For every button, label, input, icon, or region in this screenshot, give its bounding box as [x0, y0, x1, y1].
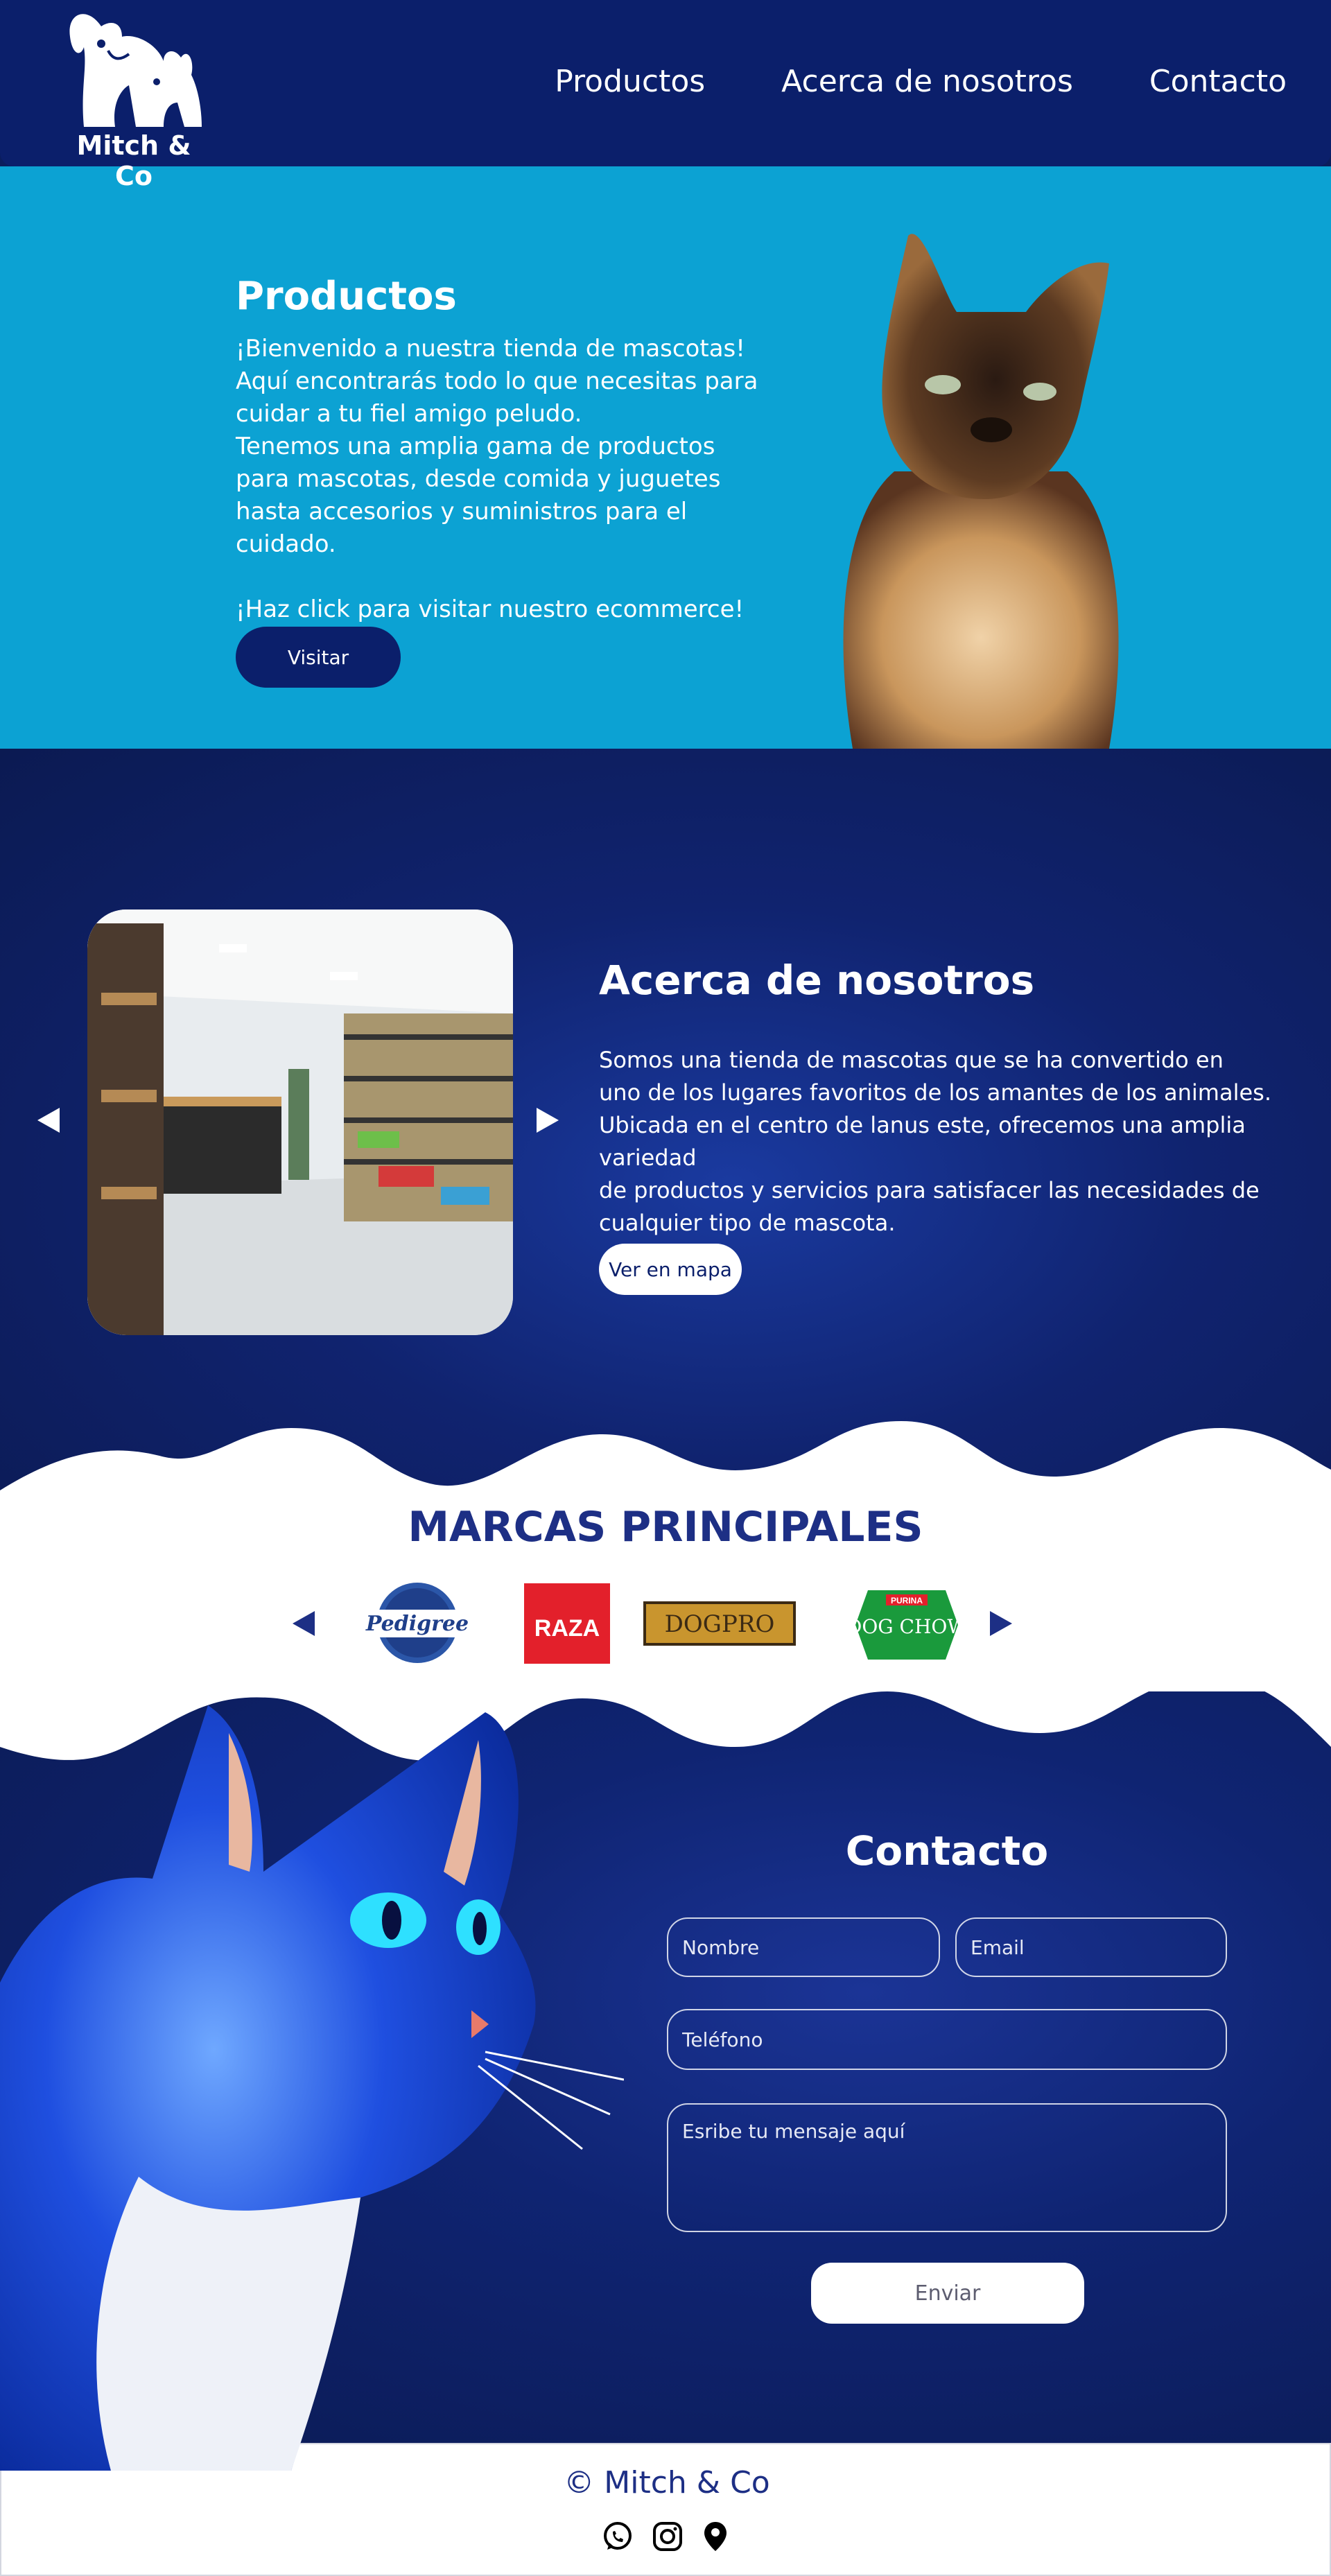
- dog-chow-logo: PURINA DOG CHOW: [854, 1590, 959, 1660]
- about-title: Acerca de nosotros: [599, 957, 1035, 1004]
- raza-logo: RAZA: [524, 1583, 610, 1669]
- site-header: Mitch & Co Productos Acerca de nosotros …: [0, 0, 1331, 191]
- location-pin-icon[interactable]: [702, 2521, 729, 2552]
- siamese-cat-image: [843, 234, 1119, 749]
- store-photo: [87, 910, 513, 1335]
- visit-button[interactable]: Visitar: [236, 627, 401, 688]
- about-description: Somos una tienda de mascotas que se ha c…: [599, 1047, 1271, 1236]
- svg-text:DOG CHOW: DOG CHOW: [854, 1615, 959, 1638]
- blue-cat-image: [0, 1705, 624, 2471]
- brands-prev-icon[interactable]: [290, 1610, 317, 1637]
- social-links: [602, 2521, 729, 2552]
- products-title: Productos: [236, 274, 457, 319]
- nav-contacto[interactable]: Contacto: [1149, 64, 1287, 99]
- map-button[interactable]: Ver en mapa: [599, 1244, 742, 1295]
- send-button[interactable]: Enviar: [811, 2263, 1084, 2324]
- nav-acerca[interactable]: Acerca de nosotros: [781, 64, 1073, 99]
- logo-text: Mitch & Co: [76, 130, 191, 191]
- brands-title: MARCAS PRINCIPALES: [408, 1503, 923, 1551]
- email-field[interactable]: [955, 1917, 1227, 1977]
- svg-text:Pedigree: Pedigree: [365, 1612, 469, 1636]
- svg-text:PURINA: PURINA: [891, 1596, 923, 1605]
- carousel-prev-icon[interactable]: [35, 1106, 62, 1134]
- main-nav: Productos Acerca de nosotros Contacto: [555, 64, 1287, 99]
- dogpro-logo: DOGPRO: [643, 1601, 796, 1646]
- svg-text:DOGPRO: DOGPRO: [665, 1610, 775, 1638]
- message-field[interactable]: [667, 2103, 1227, 2232]
- dog-cat-logo-icon: [69, 14, 202, 128]
- phone-field[interactable]: [667, 2009, 1227, 2070]
- products-section: Productos ¡Bienvenido a nuestra tienda d…: [0, 166, 1331, 749]
- products-description: ¡Bienvenido a nuestra tienda de mascotas…: [236, 335, 758, 623]
- brands-next-icon[interactable]: [987, 1610, 1015, 1637]
- logo[interactable]: Mitch & Co: [60, 6, 208, 191]
- name-field[interactable]: [667, 1917, 940, 1977]
- nav-productos[interactable]: Productos: [555, 64, 705, 99]
- carousel-next-icon[interactable]: [534, 1106, 562, 1134]
- instagram-icon[interactable]: [652, 2521, 684, 2552]
- svg-text:RAZA: RAZA: [534, 1615, 600, 1642]
- pedigree-logo: Pedigree: [345, 1583, 489, 1663]
- whatsapp-icon[interactable]: [602, 2521, 634, 2552]
- contact-title: Contacto: [845, 1827, 1049, 1874]
